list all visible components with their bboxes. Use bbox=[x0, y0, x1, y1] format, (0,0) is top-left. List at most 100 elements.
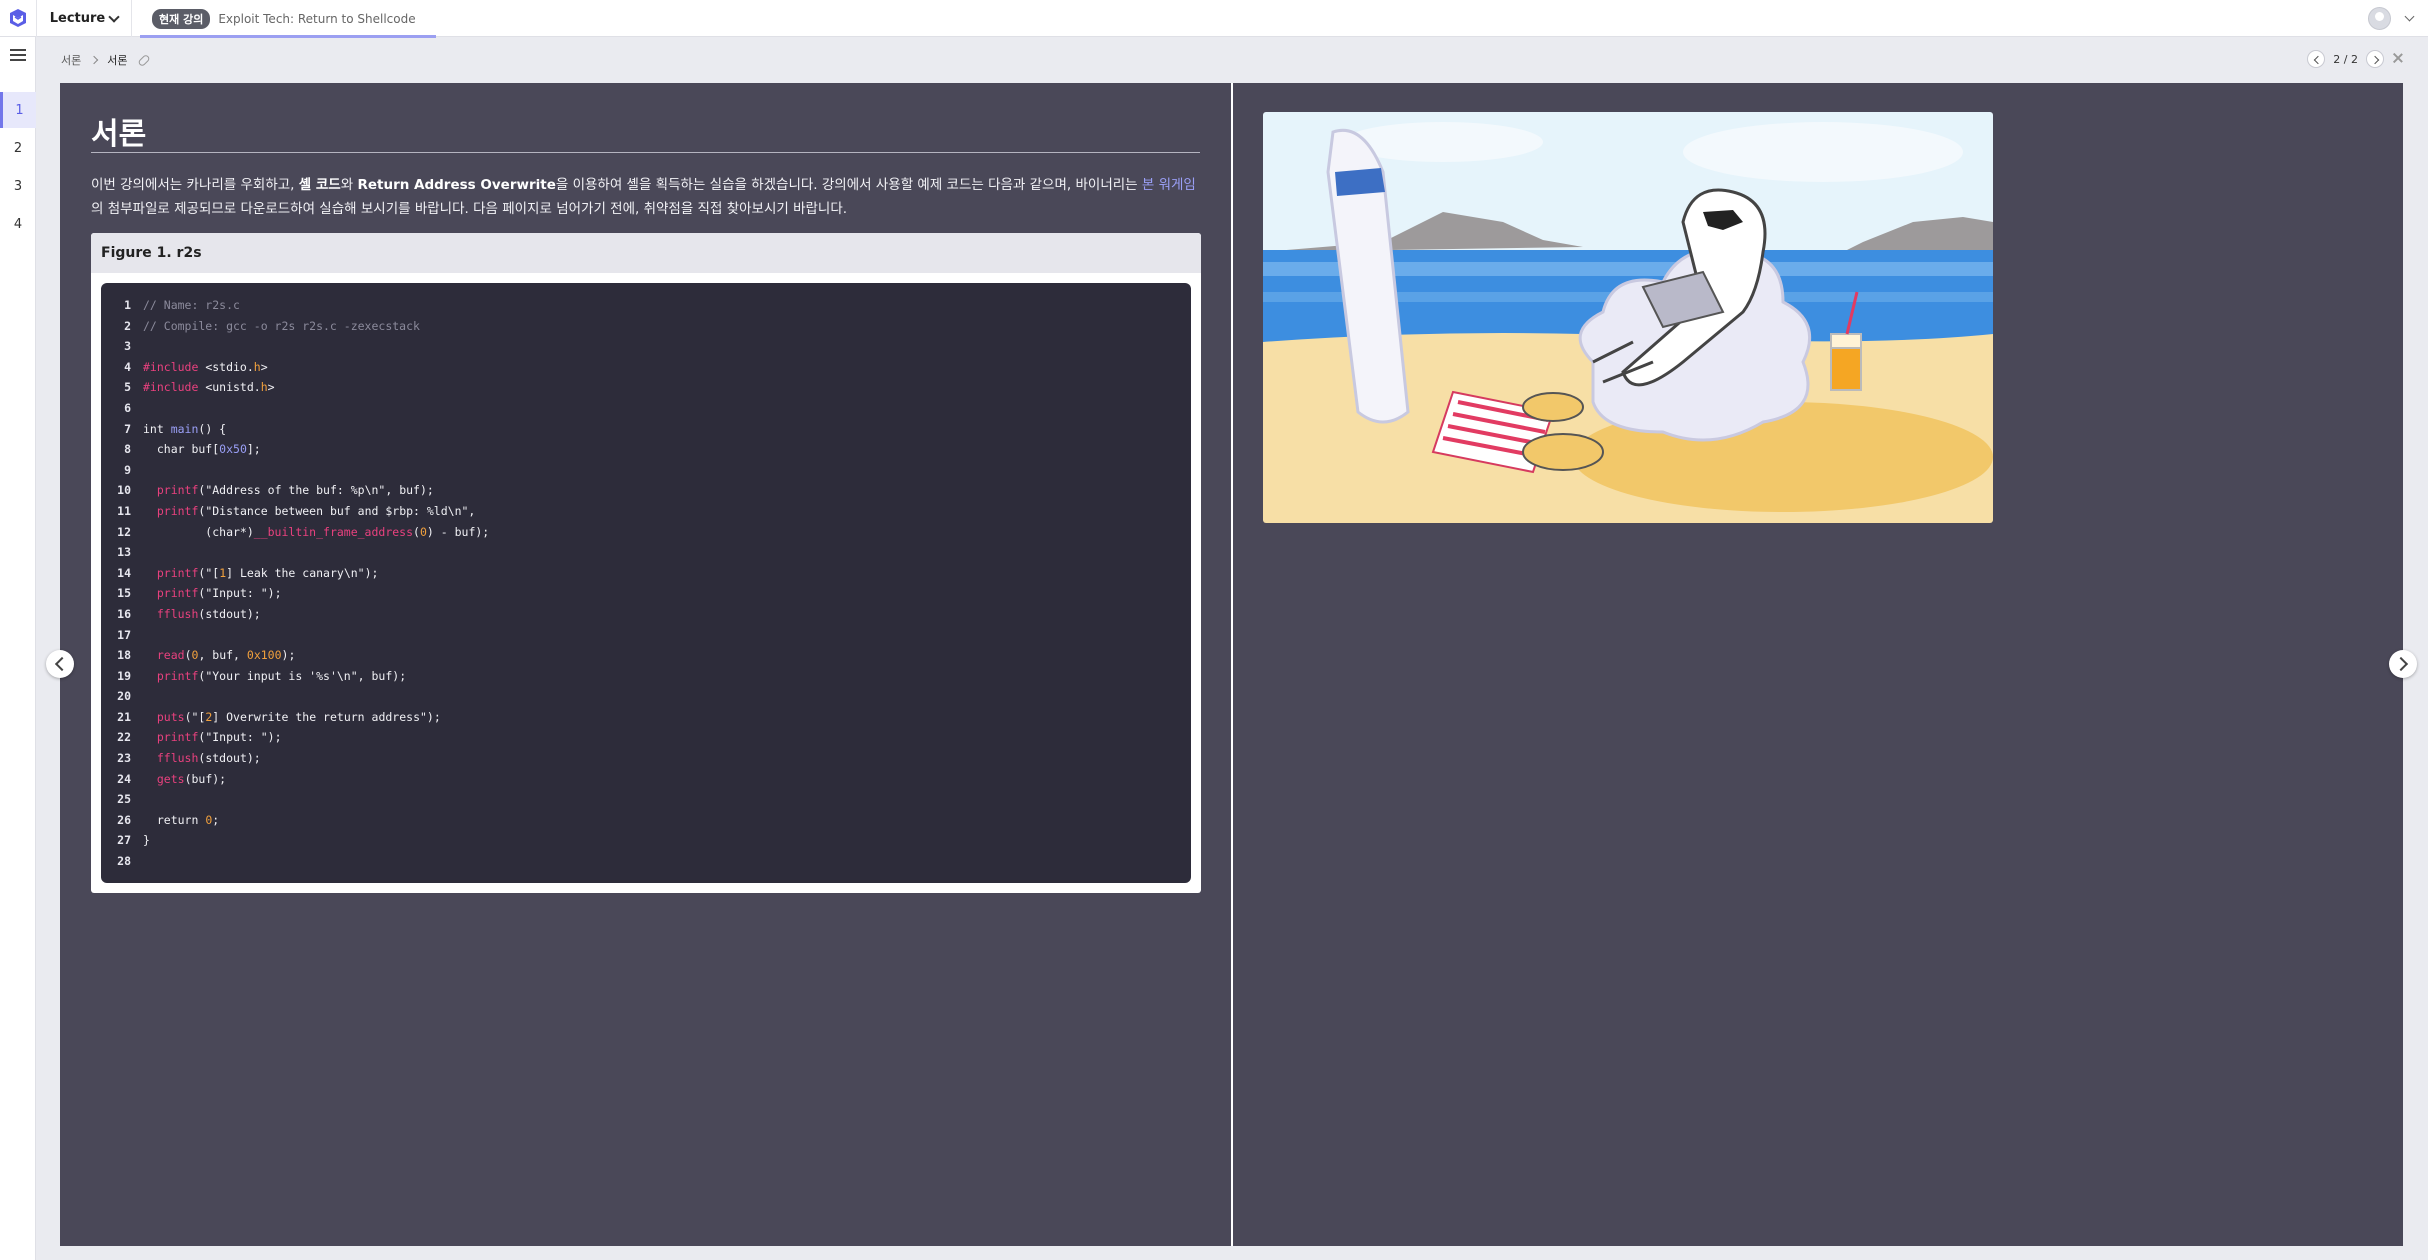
code-line: 1 // Name: r2s.c bbox=[101, 295, 1191, 316]
tab-current-lecture[interactable]: 현재 강의 Exploit Tech: Return to Shellcode bbox=[140, 0, 436, 38]
line-number: 19 bbox=[117, 668, 131, 683]
wargame-link[interactable]: 본 워게임 bbox=[1142, 177, 1196, 193]
line-number: 10 bbox=[117, 483, 131, 498]
line-number: 20 bbox=[117, 689, 131, 704]
intro-text: 의 첨부파일로 제공되므로 다운로드하여 실습해 보시기를 바랍니다. 다음 페… bbox=[91, 201, 848, 217]
line-number: 21 bbox=[117, 709, 131, 724]
line-number: 15 bbox=[117, 586, 131, 601]
breadcrumb-parent[interactable]: 서론 bbox=[61, 52, 81, 68]
lecture-menu[interactable]: Lecture bbox=[36, 0, 132, 37]
code-line: 10 printf("Address of the buf: %p\n", bu… bbox=[101, 480, 1191, 501]
sidebar-item-4[interactable]: 4 bbox=[0, 206, 36, 242]
intro-bold-shellcode: 셸 코드 bbox=[298, 177, 341, 193]
current-badge: 현재 강의 bbox=[152, 8, 211, 29]
code-line: 17 bbox=[101, 625, 1191, 646]
code-line: 27} bbox=[101, 830, 1191, 851]
code-line: 28 bbox=[101, 851, 1191, 872]
code-line: 26 return 0; bbox=[101, 810, 1191, 831]
line-code: printf("Address of the buf: %p\n", buf); bbox=[156, 483, 434, 498]
line-code: fflush(stdout); bbox=[156, 751, 261, 766]
code-line: 21 puts("[2] Overwrite the return addres… bbox=[101, 707, 1191, 728]
figure-caption: Figure 1. r2s bbox=[91, 233, 1201, 273]
slide-left-panel: 서론 이번 강의에서는 카나리를 우회하고, 셸 코드와 Return Addr… bbox=[60, 83, 1231, 1246]
code-line: 23 fflush(stdout); bbox=[101, 748, 1191, 769]
line-code: gets(buf); bbox=[156, 771, 227, 786]
line-code: read(0, buf, 0x100); bbox=[156, 648, 296, 663]
avatar[interactable] bbox=[2368, 7, 2391, 30]
sidebar-item-1[interactable]: 1 bbox=[0, 92, 36, 128]
slide-prev-arrow[interactable] bbox=[46, 650, 74, 678]
slide-right-panel bbox=[1233, 83, 2403, 1246]
line-number: 27 bbox=[117, 833, 131, 848]
intro-text: 을 이용하여 셸을 획득하는 실습을 하겠습니다. 강의에서 사용할 예제 코드… bbox=[555, 177, 1142, 193]
code-block[interactable]: 1 // Name: r2s.c 2 // Compile: gcc -o r2s r… bbox=[101, 283, 1191, 883]
line-code: (char*)__builtin_frame_address(0) - buf)… bbox=[143, 524, 490, 539]
line-number: 7 bbox=[124, 421, 131, 436]
close-icon[interactable] bbox=[2392, 52, 2404, 64]
line-number: 24 bbox=[117, 771, 131, 786]
slide-next-arrow[interactable] bbox=[2389, 650, 2417, 678]
breadcrumb: 서론 서론 bbox=[61, 52, 151, 68]
logo-icon[interactable] bbox=[6, 6, 30, 30]
code-line: 20 bbox=[101, 686, 1191, 707]
chevron-down-icon[interactable] bbox=[2404, 11, 2415, 22]
current-lecture-title: Exploit Tech: Return to Shellcode bbox=[218, 11, 416, 26]
breadcrumb-current: 서론 bbox=[107, 54, 128, 67]
line-number: 1 bbox=[124, 298, 131, 312]
hamburger-icon[interactable] bbox=[10, 49, 26, 61]
code-line: 24 gets(buf); bbox=[101, 769, 1191, 790]
code-line: 12 (char*)__builtin_frame_address(0) - b… bbox=[101, 522, 1191, 543]
line-code: #include <unistd.h> bbox=[143, 380, 275, 395]
line-number: 11 bbox=[117, 503, 131, 518]
code-line: 19 printf("Your input is '%s'\n", buf); bbox=[101, 666, 1191, 687]
sidebar-item-3[interactable]: 3 bbox=[0, 168, 36, 204]
code-line: 6 bbox=[101, 398, 1191, 419]
code-line: 11 printf("Distance between buf and $rbp… bbox=[101, 501, 1191, 522]
code-line: 3 bbox=[101, 336, 1191, 357]
line-number: 2 bbox=[124, 318, 131, 333]
line-code: return 0; bbox=[143, 812, 220, 827]
code-line: 9 bbox=[101, 460, 1191, 481]
intro-paragraph: 이번 강의에서는 카나리를 우회하고, 셸 코드와 Return Address… bbox=[91, 173, 1201, 221]
sidebar: 1 2 3 4 bbox=[0, 37, 36, 1260]
code-line: 8 char buf[0x50]; bbox=[101, 439, 1191, 460]
line-number: 8 bbox=[124, 442, 131, 457]
sidebar-item-2[interactable]: 2 bbox=[0, 130, 36, 166]
line-code: printf("Input: "); bbox=[156, 586, 282, 601]
line-number: 13 bbox=[117, 545, 131, 560]
code-line: 15 printf("Input: "); bbox=[101, 583, 1191, 604]
line-code: fflush(stdout); bbox=[156, 606, 261, 621]
chevron-down-icon bbox=[108, 10, 120, 23]
line-number: 23 bbox=[117, 751, 131, 766]
line-number: 17 bbox=[117, 627, 131, 642]
line-number: 3 bbox=[124, 339, 131, 354]
title-divider bbox=[91, 152, 1200, 153]
chevron-right-icon bbox=[90, 55, 99, 65]
top-bar: Lecture 현재 강의 Exploit Tech: Return to Sh… bbox=[0, 0, 2428, 38]
code-line: 13 bbox=[101, 542, 1191, 563]
lecture-menu-label: Lecture bbox=[49, 11, 106, 26]
page-indicator: 2 / 2 bbox=[2333, 52, 2358, 66]
code-line: 16 fflush(stdout); bbox=[101, 604, 1191, 625]
code-line: 25 bbox=[101, 789, 1191, 810]
line-number: 9 bbox=[124, 462, 131, 477]
link-icon[interactable] bbox=[136, 53, 151, 67]
intro-text: 이번 강의에서는 카나리를 우회하고, bbox=[91, 177, 299, 193]
code-line: 7 int main() { bbox=[101, 419, 1191, 440]
code-line: 14 printf("[1] Leak the canary\n"); bbox=[101, 563, 1191, 584]
line-code: printf("Distance between buf and $rbp: %… bbox=[156, 503, 476, 518]
code-line: 18 read(0, buf, 0x100); bbox=[101, 645, 1191, 666]
next-page-button[interactable] bbox=[2366, 50, 2384, 68]
line-code: // Compile: gcc -o r2s r2s.c -zexecstack bbox=[143, 318, 420, 333]
line-number: 16 bbox=[117, 606, 131, 621]
code-line: 4 #include <stdio.h> bbox=[101, 357, 1191, 378]
code-line: 2 // Compile: gcc -o r2s r2s.c -zexecstac… bbox=[101, 316, 1191, 337]
prev-page-button[interactable] bbox=[2307, 50, 2326, 68]
